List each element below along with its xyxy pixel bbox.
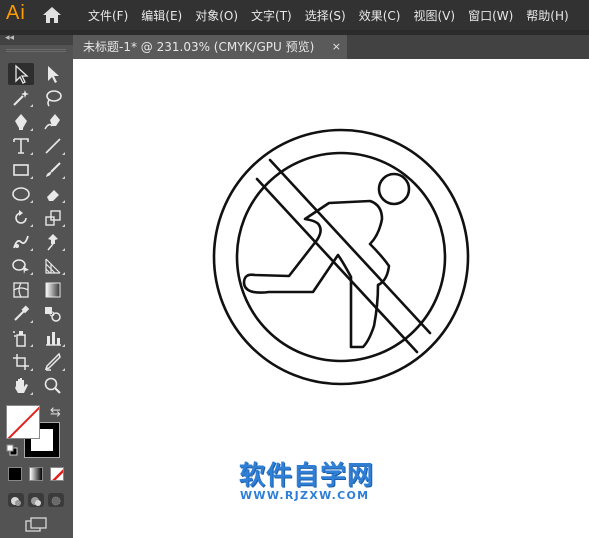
close-icon[interactable]: × <box>332 35 341 59</box>
puppet-warp-tool[interactable] <box>40 231 66 253</box>
menu-type[interactable]: 文字(T) <box>251 7 292 24</box>
perspective-grid-tool[interactable] <box>40 255 66 277</box>
column-graph-icon <box>46 332 61 346</box>
type-icon <box>13 138 29 154</box>
column-graph-tool[interactable] <box>40 327 66 349</box>
direct-selection-arrow-icon <box>48 66 59 83</box>
curvature-tool[interactable] <box>40 111 66 133</box>
perspective-grid-icon <box>45 258 61 274</box>
no-fill-slash-icon <box>7 406 39 438</box>
document-tab-bar: 未标题-1* @ 231.03% (CMYK/GPU 预览) × <box>73 35 589 59</box>
eraser-icon <box>47 190 59 201</box>
lasso-tool[interactable] <box>40 87 66 109</box>
eraser-tool[interactable] <box>40 183 66 205</box>
draw-normal-icon <box>11 497 21 506</box>
curvature-pen-icon <box>44 114 60 130</box>
runner-head <box>377 172 411 206</box>
blend-icon <box>45 307 61 322</box>
rectangle-icon <box>13 164 29 176</box>
menu-window[interactable]: 窗口(W) <box>468 7 513 24</box>
fill-swatch[interactable] <box>6 405 40 439</box>
home-icon[interactable] <box>42 6 62 24</box>
draw-inside-icon <box>51 496 61 506</box>
mesh-icon <box>13 282 29 298</box>
default-fill-stroke-icon[interactable] <box>6 444 18 456</box>
warp-icon <box>13 235 29 249</box>
direct-selection-tool[interactable] <box>40 63 66 85</box>
menu-file[interactable]: 文件(F) <box>88 7 128 24</box>
watermark-title: 软件自学网 <box>239 461 375 491</box>
warp-tool[interactable] <box>8 231 34 253</box>
draw-behind-icon <box>31 497 41 506</box>
watermark-url: WWW.RJZXW.COM <box>240 489 370 502</box>
panel-grip[interactable] <box>6 49 66 52</box>
none-slash-icon <box>52 469 63 480</box>
artboard-icon <box>13 354 29 370</box>
draw-inside-button[interactable] <box>48 493 64 507</box>
line-icon <box>45 138 61 154</box>
collapse-arrows-icon[interactable]: ◂◂ <box>5 33 14 43</box>
magic-wand-icon <box>13 90 29 106</box>
outer-ring <box>212 128 470 386</box>
lasso-icon <box>46 90 62 107</box>
ellipse-tool[interactable] <box>8 183 34 205</box>
symbol-sprayer-tool[interactable] <box>8 327 34 349</box>
magic-wand-tool[interactable] <box>8 87 34 109</box>
mesh-tool[interactable] <box>8 279 34 301</box>
gradient-tool[interactable] <box>40 279 66 301</box>
scale-icon <box>45 210 61 226</box>
menu-bar: Ai 文件(F) 编辑(E) 对象(O) 文字(T) 选择(S) 效果(C) 视… <box>0 0 589 30</box>
menu-select[interactable]: 选择(S) <box>305 7 346 24</box>
slice-tool[interactable] <box>40 351 66 373</box>
color-mode-button[interactable] <box>8 467 22 481</box>
hand-tool[interactable] <box>8 375 34 397</box>
none-mode-button[interactable] <box>50 467 64 481</box>
hand-icon <box>15 378 28 393</box>
rotate-icon <box>15 210 27 224</box>
blend-tool[interactable] <box>40 303 66 325</box>
pin-icon <box>47 234 58 251</box>
selection-arrow-icon <box>15 64 29 84</box>
shape-builder-tool[interactable] <box>8 255 34 277</box>
gradient-mode-button[interactable] <box>29 467 43 481</box>
ellipse-icon <box>12 187 30 201</box>
type-tool[interactable] <box>8 135 34 157</box>
menu-edit[interactable]: 编辑(E) <box>141 7 182 24</box>
shape-builder-icon <box>12 259 29 274</box>
draw-behind-button[interactable] <box>28 493 44 507</box>
eyedropper-icon <box>14 305 30 321</box>
line-segment-tool[interactable] <box>40 135 66 157</box>
draw-normal-button[interactable] <box>8 493 24 507</box>
swap-fill-stroke-icon[interactable]: ⇆ <box>50 405 61 420</box>
menu-object[interactable]: 对象(O) <box>195 7 238 24</box>
tools-panel: ◂◂ ⇆ <box>0 33 73 538</box>
inner-ring <box>235 151 447 363</box>
artboard-canvas[interactable]: 软件自学网 WWW.RJZXW.COM <box>73 59 589 538</box>
app-logo: Ai <box>6 2 26 24</box>
rectangle-tool[interactable] <box>8 159 34 181</box>
slice-icon <box>44 352 61 371</box>
menu-items: 文件(F) 编辑(E) 对象(O) 文字(T) 选择(S) 效果(C) 视图(V… <box>88 0 582 30</box>
menu-effect[interactable]: 效果(C) <box>359 7 401 24</box>
rotate-tool[interactable] <box>8 207 34 229</box>
document-tab[interactable]: 未标题-1* @ 231.03% (CMYK/GPU 预览) × <box>73 35 347 59</box>
artboard-tool[interactable] <box>8 351 34 373</box>
tools-panel-header[interactable]: ◂◂ <box>0 33 73 45</box>
selection-tool[interactable] <box>8 63 34 85</box>
pen-tool[interactable] <box>8 111 34 133</box>
document-tab-title: 未标题-1* @ 231.03% (CMYK/GPU 预览) <box>83 40 315 54</box>
symbol-sprayer-icon <box>13 331 26 347</box>
screen-mode-icon[interactable] <box>24 517 48 533</box>
paintbrush-tool[interactable] <box>40 159 66 181</box>
gradient-icon <box>45 282 61 298</box>
menu-view[interactable]: 视图(V) <box>413 7 455 24</box>
zoom-icon <box>44 377 61 394</box>
scale-tool[interactable] <box>40 207 66 229</box>
menu-help[interactable]: 帮助(H) <box>526 7 568 24</box>
runner-body <box>242 199 391 349</box>
eyedropper-tool[interactable] <box>8 303 34 325</box>
paintbrush-icon <box>46 162 61 177</box>
pen-icon <box>15 114 27 130</box>
zoom-tool[interactable] <box>40 375 66 397</box>
